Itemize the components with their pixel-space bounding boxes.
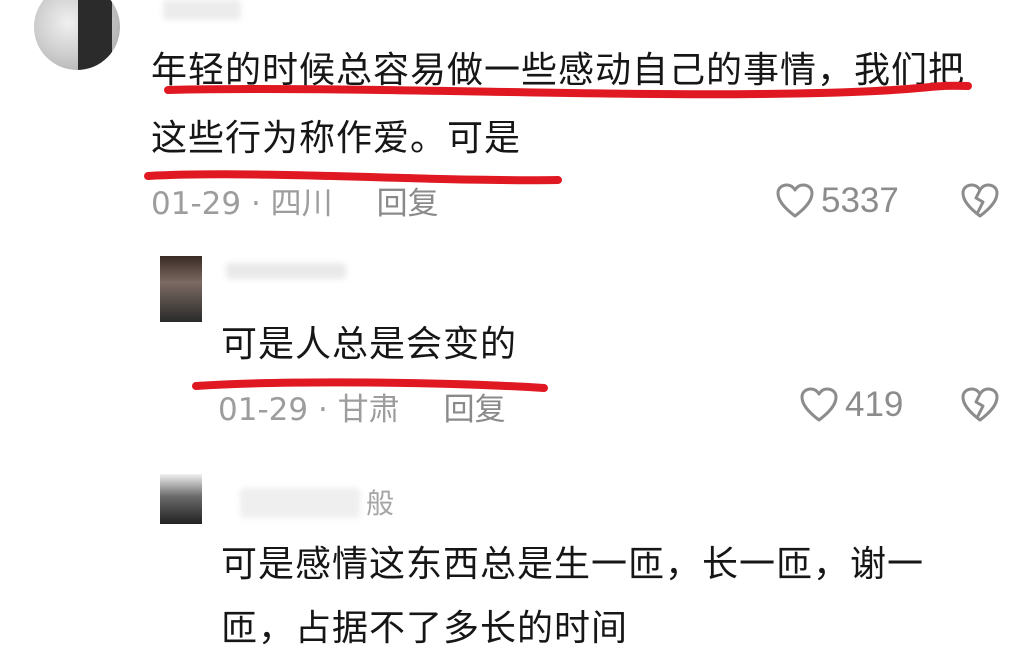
username[interactable]: 般: [366, 482, 394, 522]
avatar[interactable]: [34, 0, 120, 70]
like-count: 5337: [821, 181, 899, 220]
avatar[interactable]: [160, 474, 202, 524]
heart-outline-icon: [776, 183, 814, 218]
dislike-button[interactable]: [960, 182, 1000, 224]
username-redacted: [226, 263, 346, 279]
comment-location: 四川: [270, 186, 333, 222]
comment-date: 01-29: [151, 186, 242, 222]
username-redacted: [163, 0, 241, 20]
broken-heart-icon: [961, 183, 999, 218]
avatar[interactable]: [160, 256, 202, 322]
reply-button[interactable]: 回复: [377, 186, 439, 222]
comment-meta: 01-29 · 四川 回复: [151, 178, 439, 223]
reply-text-line: 可是感情这东西总是生一匝，长一匝，谢一: [221, 544, 925, 585]
broken-heart-icon: [961, 387, 999, 422]
comment-text-line: 年轻的时候总容易做一些感动自己的事情，我们把: [151, 50, 966, 91]
reply-meta: 01-29 · 甘肃 回复: [218, 384, 506, 429]
reply-text-line: 可是人总是会变的: [221, 324, 518, 365]
reply-location: 甘肃: [337, 392, 400, 428]
meta-separator: ·: [241, 186, 271, 222]
comment-text-line: 这些行为称作爱。可是: [151, 118, 522, 159]
like-count: 419: [845, 385, 904, 424]
like-button[interactable]: 419: [799, 385, 903, 425]
like-button[interactable]: 5337: [775, 181, 899, 221]
reply-text-line: 匝，占据不了多长的时间: [221, 608, 629, 649]
heart-outline-icon: [800, 387, 838, 422]
username-redacted: [240, 488, 360, 518]
dislike-button[interactable]: [960, 386, 1000, 428]
meta-separator: ·: [308, 392, 338, 428]
reply-button[interactable]: 回复: [444, 392, 506, 428]
reply-date: 01-29: [218, 392, 309, 428]
